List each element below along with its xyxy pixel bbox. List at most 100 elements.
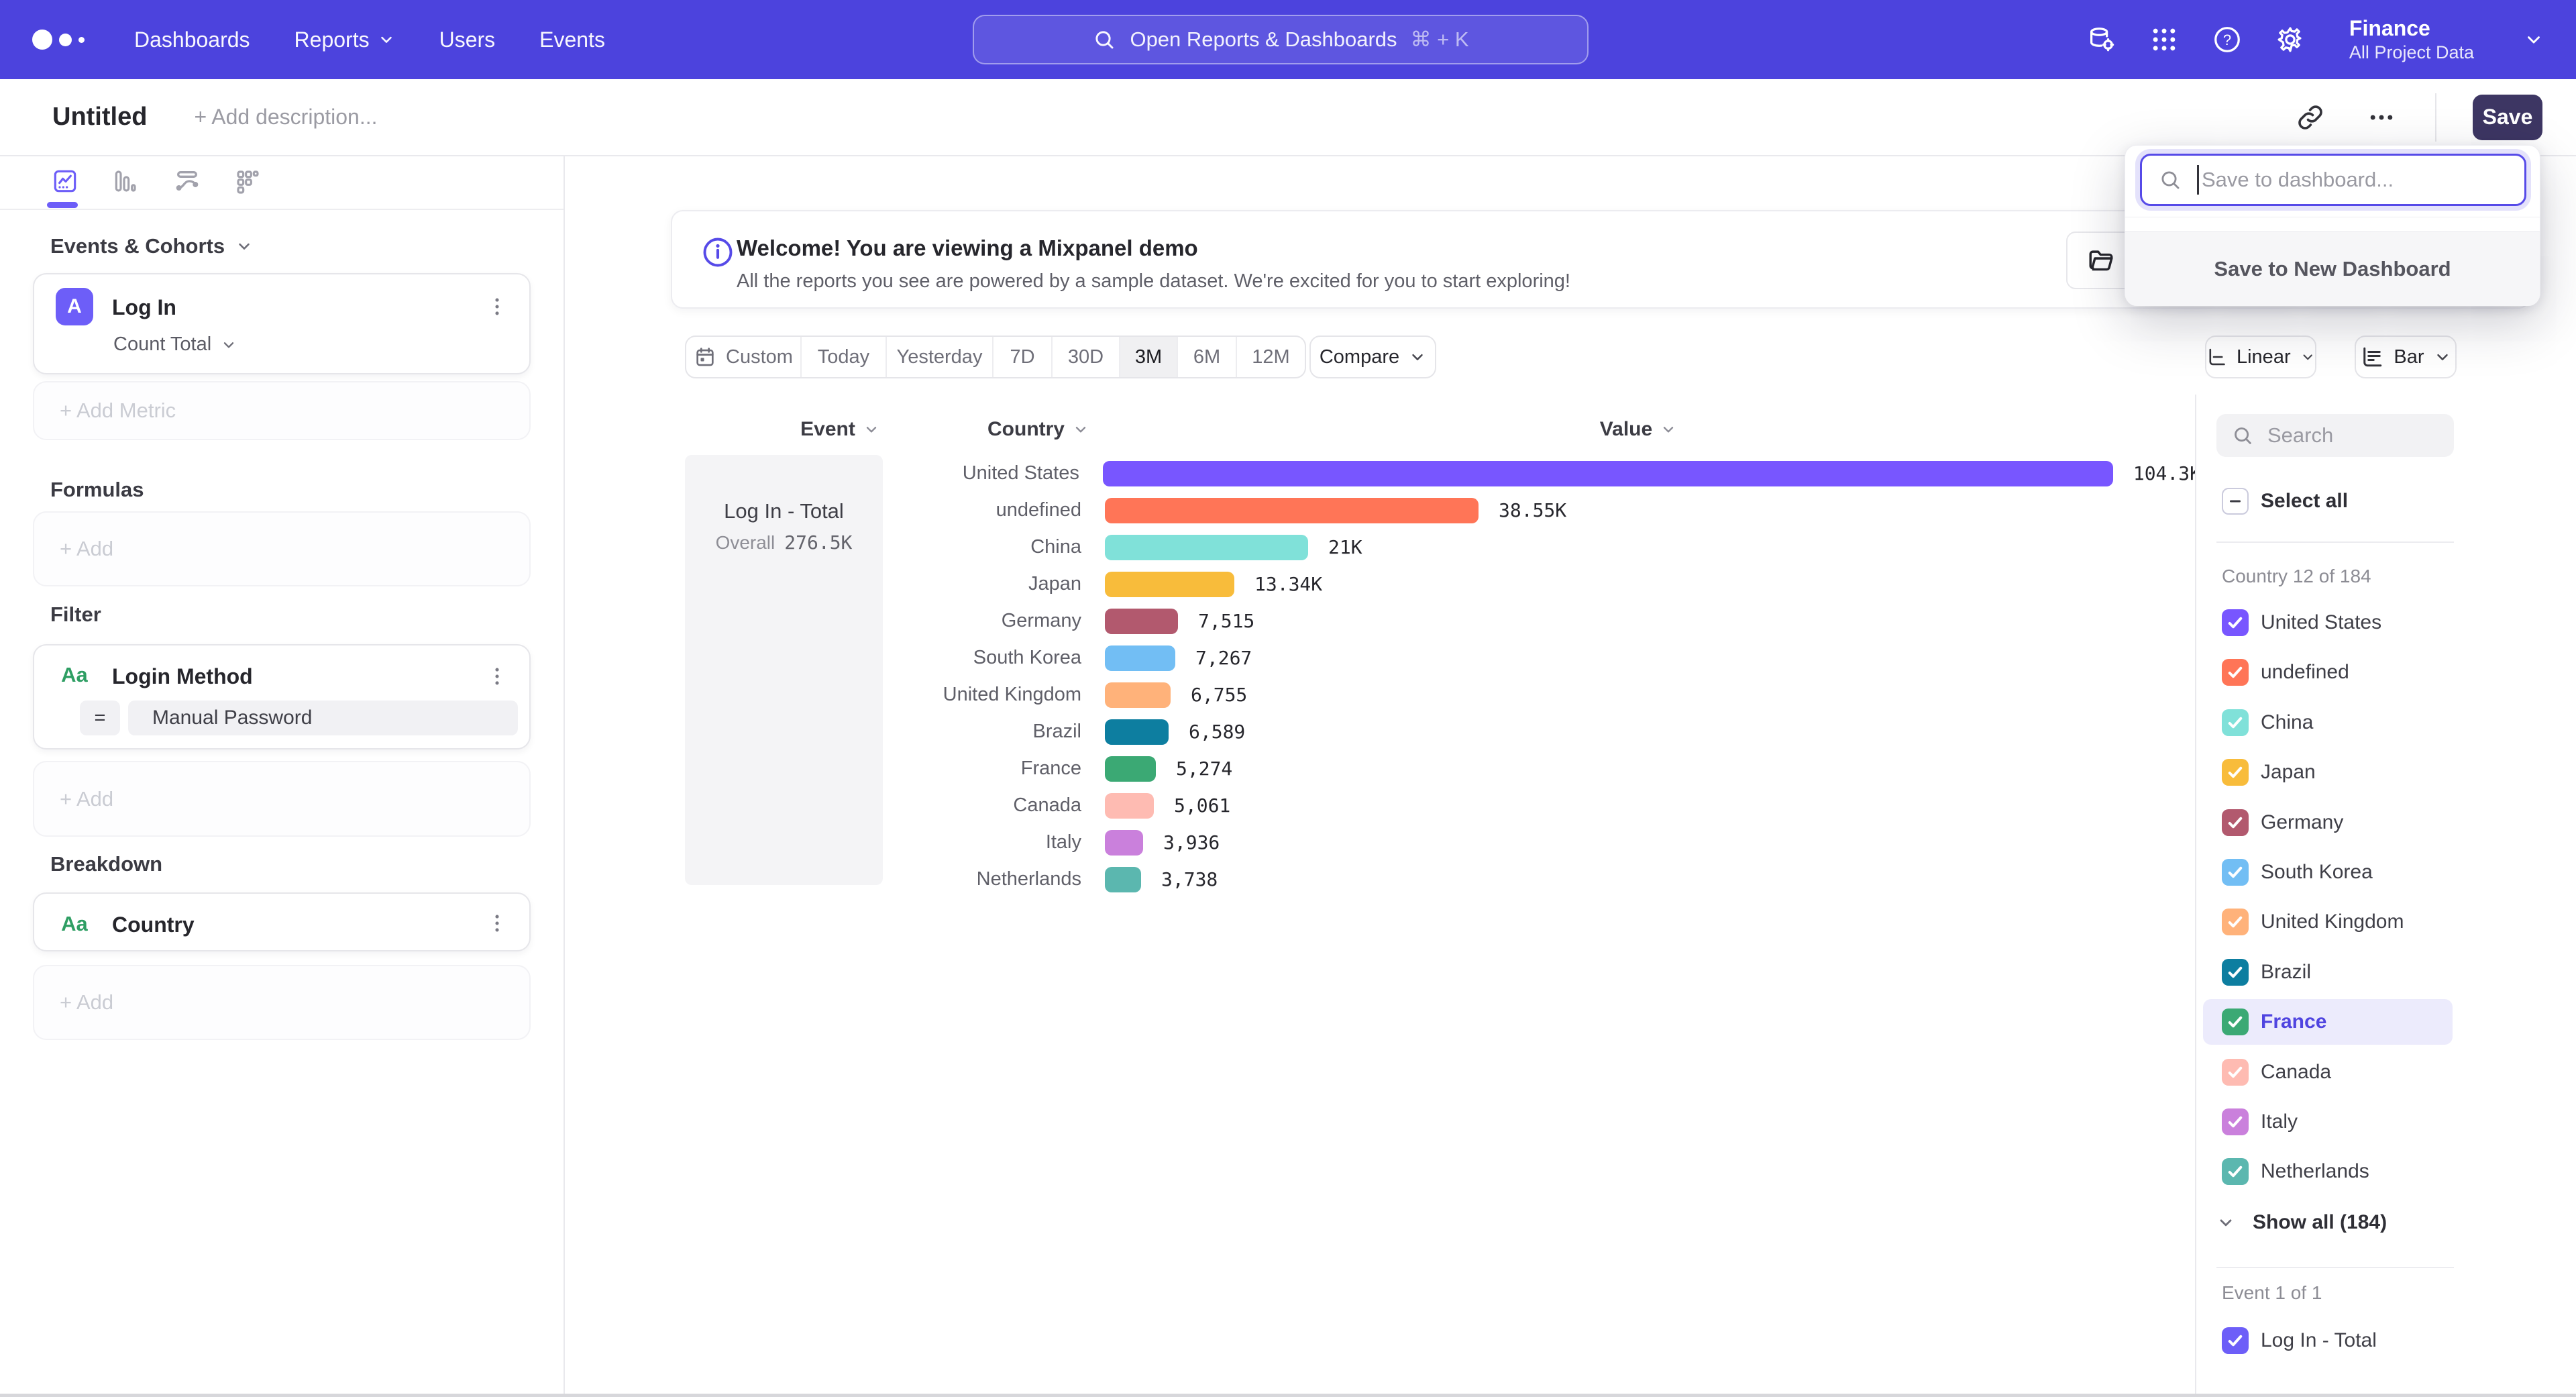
date-range-12m[interactable]: 12M — [1237, 337, 1305, 377]
country-row-netherlands[interactable]: Netherlands — [2196, 1147, 2576, 1196]
gear-icon[interactable] — [2274, 23, 2306, 56]
project-switcher[interactable]: Finance All Project Data — [2349, 15, 2474, 64]
scale-selector-button[interactable]: Linear — [2205, 335, 2316, 378]
nav-link-reports[interactable]: Reports — [294, 28, 395, 52]
bar[interactable] — [1105, 682, 1171, 708]
country-row-united-kingdom[interactable]: United Kingdom — [2196, 897, 2576, 947]
save-button[interactable]: Save — [2473, 95, 2542, 140]
checkbox-japan[interactable] — [2222, 759, 2249, 786]
checkbox-united-kingdom[interactable] — [2222, 909, 2249, 935]
save-to-new-dashboard-button[interactable]: Save to New Dashboard — [2125, 231, 2540, 306]
chart-type-button[interactable]: Bar — [2355, 335, 2457, 378]
checkbox-netherlands[interactable] — [2222, 1158, 2249, 1185]
event-row-log-in-total[interactable]: Log In - Total — [2196, 1316, 2576, 1365]
checkbox-germany[interactable] — [2222, 809, 2249, 836]
country-row-japan[interactable]: Japan — [2196, 747, 2576, 797]
column-header-event[interactable]: Event — [773, 418, 907, 441]
bar-category-label: United States — [685, 462, 1079, 484]
filter-operator[interactable]: = — [80, 701, 120, 735]
help-icon[interactable]: ? — [2211, 23, 2243, 56]
filter-property-name[interactable]: Login Method — [112, 664, 253, 689]
bar[interactable] — [1105, 645, 1175, 671]
date-range-6m[interactable]: 6M — [1178, 337, 1237, 377]
bar-value-label: 5,061 — [1174, 794, 1230, 817]
country-row-south-korea[interactable]: South Korea — [2196, 847, 2576, 897]
checkbox-china[interactable] — [2222, 709, 2249, 736]
date-range-yesterday[interactable]: Yesterday — [887, 337, 994, 377]
add-filter-button[interactable]: + Add — [33, 761, 531, 837]
apps-grid-icon[interactable] — [2148, 23, 2180, 56]
kebab-menu-icon[interactable] — [482, 289, 512, 324]
tab-funnels[interactable] — [109, 166, 140, 197]
country-row-united-states[interactable]: United States — [2196, 598, 2576, 648]
breakdown-property-name[interactable]: Country — [112, 913, 195, 937]
bar[interactable] — [1105, 609, 1178, 634]
bar[interactable] — [1105, 719, 1169, 745]
date-range-30d[interactable]: 30D — [1053, 337, 1120, 377]
kebab-menu-icon[interactable] — [482, 659, 512, 694]
country-row-france[interactable]: France — [2196, 997, 2576, 1047]
date-range-3m[interactable]: 3M — [1120, 337, 1178, 377]
tab-retention[interactable] — [232, 166, 263, 197]
bar[interactable] — [1105, 756, 1156, 782]
filter-card-login-method[interactable]: Aa Login Method = Manual Password — [33, 644, 531, 749]
country-row-italy[interactable]: Italy — [2196, 1097, 2576, 1147]
mixpanel-logo-icon[interactable] — [32, 30, 97, 50]
global-search-button[interactable]: Open Reports & Dashboards ⌘ + K — [973, 15, 1589, 64]
compare-button[interactable]: Compare — [1309, 335, 1436, 378]
column-header-value[interactable]: Value — [1578, 418, 1699, 441]
nav-link-events[interactable]: Events — [539, 28, 605, 52]
select-all-row[interactable]: Select all — [2196, 476, 2576, 526]
breakdown-card-country[interactable]: Aa Country — [33, 892, 531, 951]
bar[interactable] — [1105, 572, 1234, 597]
metric-card-log-in[interactable]: A Log In Count Total — [33, 273, 531, 374]
country-row-canada[interactable]: Canada — [2196, 1047, 2576, 1097]
show-all-button[interactable]: Show all (184) — [2216, 1202, 2387, 1243]
checkbox-france[interactable] — [2222, 1008, 2249, 1035]
checkbox-log-in-total[interactable] — [2222, 1327, 2249, 1354]
add-breakdown-button[interactable]: + Add — [33, 965, 531, 1040]
kebab-menu-icon[interactable] — [482, 906, 512, 941]
checkbox-united-states[interactable] — [2222, 609, 2249, 636]
country-row-undefined[interactable]: undefined — [2196, 648, 2576, 697]
add-formula-button[interactable]: + Add — [33, 511, 531, 586]
bar[interactable] — [1105, 867, 1141, 892]
checkbox-italy[interactable] — [2222, 1108, 2249, 1135]
country-label: Japan — [2261, 761, 2316, 784]
checkbox-canada[interactable] — [2222, 1059, 2249, 1086]
date-range-today[interactable]: Today — [802, 337, 887, 377]
date-range-7d[interactable]: 7D — [994, 337, 1053, 377]
bar[interactable] — [1105, 498, 1479, 523]
checkbox-south-korea[interactable] — [2222, 859, 2249, 886]
date-range-custom[interactable]: Custom — [686, 337, 802, 377]
metric-name[interactable]: Log In — [112, 295, 176, 320]
country-row-brazil[interactable]: Brazil — [2196, 947, 2576, 997]
query-builder-sidebar: Events & Cohorts A Log In Count Total + … — [0, 156, 565, 1397]
bar[interactable] — [1103, 461, 2113, 486]
filter-value[interactable]: Manual Password — [128, 701, 518, 735]
country-row-germany[interactable]: Germany — [2196, 798, 2576, 847]
column-header-country[interactable]: Country — [987, 418, 1089, 441]
report-title[interactable]: Untitled — [52, 103, 147, 132]
metric-aggregation[interactable]: Count Total — [113, 333, 237, 356]
tab-flows[interactable] — [172, 166, 203, 197]
copy-link-icon[interactable] — [2293, 100, 2328, 135]
country-row-china[interactable]: China — [2196, 698, 2576, 747]
save-to-dashboard-input[interactable]: Save to dashboard... — [2140, 154, 2526, 206]
chevron-down-icon[interactable] — [2524, 30, 2544, 50]
select-all-checkbox[interactable] — [2222, 488, 2249, 515]
bar[interactable] — [1105, 830, 1143, 856]
more-options-icon[interactable] — [2364, 100, 2399, 135]
checkbox-undefined[interactable] — [2222, 659, 2249, 686]
bar[interactable] — [1105, 793, 1154, 819]
add-description-field[interactable]: + Add description... — [194, 105, 377, 130]
nav-link-dashboards[interactable]: Dashboards — [134, 28, 250, 52]
nav-link-users[interactable]: Users — [439, 28, 496, 52]
tab-insights[interactable] — [50, 166, 80, 197]
section-events-cohorts[interactable]: Events & Cohorts — [50, 234, 253, 258]
checkbox-brazil[interactable] — [2222, 959, 2249, 986]
segment-search-input[interactable]: Search — [2216, 414, 2454, 457]
add-metric-button[interactable]: + Add Metric — [33, 381, 531, 440]
bar[interactable] — [1105, 535, 1308, 560]
data-management-icon[interactable] — [2085, 23, 2117, 56]
